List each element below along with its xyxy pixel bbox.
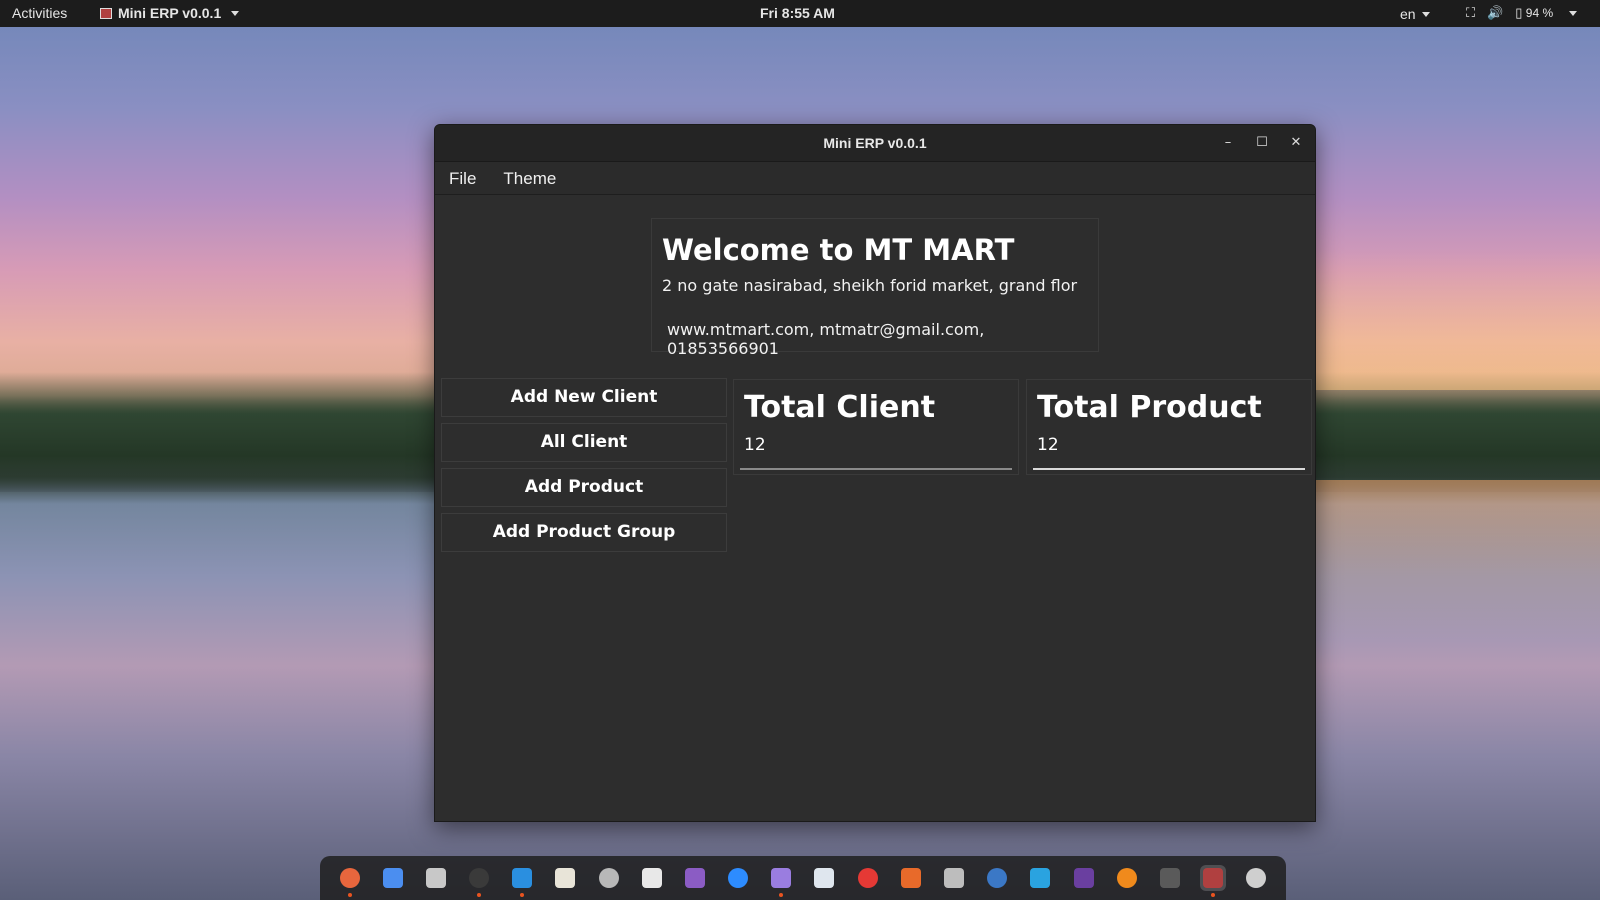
welcome-heading: Welcome to MT MART (662, 233, 1015, 267)
app-menu[interactable]: Mini ERP v0.0.1 (100, 5, 240, 21)
mini-erp-icon (100, 7, 112, 19)
document-viewer-icon-glyph (814, 868, 835, 888)
system-tray[interactable]: ⛶ 🔊 ▯ 94 % (1466, 5, 1578, 21)
video-editor-icon-glyph (684, 868, 705, 888)
anydesk-icon[interactable] (855, 865, 881, 891)
running-indicator (477, 893, 482, 897)
app-grid-icon[interactable] (1243, 865, 1269, 891)
obsidian-icon[interactable] (768, 865, 794, 897)
all-client-button[interactable]: All Client (441, 423, 727, 462)
zoom-icon[interactable] (725, 865, 751, 891)
mini-erp-window: Mini ERP v0.0.1 – ☐ ✕ File Theme Welcome… (434, 124, 1316, 822)
menu-theme[interactable]: Theme (489, 162, 569, 194)
language-label: en (1400, 6, 1416, 22)
add-new-client-button[interactable]: Add New Client (441, 378, 727, 417)
activities-button[interactable]: Activities (12, 5, 67, 21)
kdenlive-icon[interactable] (1071, 865, 1097, 891)
chevron-down-icon (231, 10, 240, 16)
vscode-icon[interactable] (509, 865, 535, 897)
add-product-group-button[interactable]: Add Product Group (441, 513, 727, 552)
clapper-icon-glyph (1159, 868, 1180, 888)
firefox-icon-glyph (339, 868, 360, 888)
text-editor-icon-glyph (555, 868, 576, 888)
anydesk-icon-glyph (857, 868, 878, 888)
software-center-icon[interactable] (898, 865, 924, 891)
top-bar: Activities Mini ERP v0.0.1 Fri 8:55 AM e… (0, 0, 1600, 27)
document-viewer-icon[interactable] (811, 865, 837, 891)
app-menu-label: Mini ERP v0.0.1 (118, 5, 222, 21)
volume-icon: 🔊 (1487, 5, 1504, 20)
language-selector[interactable]: en (1400, 6, 1430, 22)
card-divider (740, 468, 1012, 470)
files-icon-glyph (425, 868, 446, 888)
screenshot-icon-glyph (598, 868, 619, 888)
video-editor-icon[interactable] (682, 865, 708, 891)
menu-bar: File Theme (435, 162, 1315, 195)
mini-erp-icon-glyph (1203, 868, 1224, 888)
chrome-icon[interactable] (380, 865, 406, 891)
screenshot-icon[interactable] (596, 865, 622, 891)
store-address: 2 no gate nasirabad, sheikh forid market… (662, 276, 1078, 295)
card-divider (1033, 468, 1305, 470)
qbittorrent-icon-glyph (987, 868, 1008, 888)
mini-erp-icon[interactable] (1200, 865, 1227, 897)
menu-file[interactable]: File (435, 162, 489, 194)
telegram-icon[interactable] (1027, 865, 1053, 891)
total-client-card: Total Client 12 (733, 379, 1019, 475)
kdenlive-icon-glyph (1073, 868, 1094, 888)
wallpaper-sunset-glow (1280, 250, 1600, 390)
total-client-value: 12 (744, 435, 766, 455)
calculator-icon[interactable] (941, 865, 967, 891)
vlc-icon-glyph (1116, 868, 1137, 888)
text-editor-icon[interactable] (552, 865, 578, 891)
window-titlebar[interactable]: Mini ERP v0.0.1 – ☐ ✕ (435, 125, 1315, 162)
total-product-value: 12 (1037, 435, 1059, 455)
network-icon: ⛶ (1466, 5, 1476, 20)
calculator-icon-glyph (943, 868, 964, 888)
maximize-icon[interactable]: ☐ (1252, 133, 1272, 153)
battery-icon: ▯ (1515, 5, 1523, 20)
obsidian-icon-glyph (771, 868, 792, 888)
battery-indicator: ▯ 94 % (1515, 5, 1553, 21)
zoom-icon-glyph (728, 868, 749, 888)
clapper-icon[interactable] (1157, 865, 1183, 891)
chevron-down-icon (1569, 10, 1578, 16)
slack-icon-glyph (641, 868, 662, 888)
total-product-label: Total Product (1037, 390, 1262, 425)
telegram-icon-glyph (1030, 868, 1051, 888)
chevron-down-icon (1421, 11, 1430, 17)
chrome-icon-glyph (382, 868, 403, 888)
clock[interactable]: Fri 8:55 AM (760, 5, 835, 21)
total-product-card: Total Product 12 (1026, 379, 1312, 475)
wallpaper-lake-reflection (1280, 480, 1600, 640)
battery-percent: 94 % (1525, 6, 1554, 20)
running-indicator (520, 893, 525, 897)
close-icon[interactable]: ✕ (1286, 133, 1306, 153)
software-center-icon-glyph (900, 868, 921, 888)
minimize-icon[interactable]: – (1218, 133, 1238, 153)
total-client-label: Total Client (744, 390, 936, 425)
dock (320, 856, 1286, 900)
firefox-icon[interactable] (337, 865, 363, 897)
vscode-icon-glyph (512, 868, 533, 888)
app-grid-icon-glyph (1246, 868, 1267, 888)
welcome-panel: Welcome to MT MART 2 no gate nasirabad, … (651, 218, 1099, 358)
add-product-button[interactable]: Add Product (441, 468, 727, 507)
qbittorrent-icon[interactable] (984, 865, 1010, 891)
window-title: Mini ERP v0.0.1 (823, 135, 927, 151)
terminal-icon[interactable] (466, 865, 492, 897)
running-indicator (779, 893, 784, 897)
store-contact: www.mtmart.com, mtmatr@gmail.com, 018535… (667, 320, 985, 358)
files-icon[interactable] (423, 865, 449, 891)
running-indicator (1211, 893, 1216, 897)
running-indicator (347, 893, 352, 897)
vlc-icon[interactable] (1114, 865, 1140, 891)
terminal-icon-glyph (469, 868, 490, 888)
slack-icon[interactable] (639, 865, 665, 891)
